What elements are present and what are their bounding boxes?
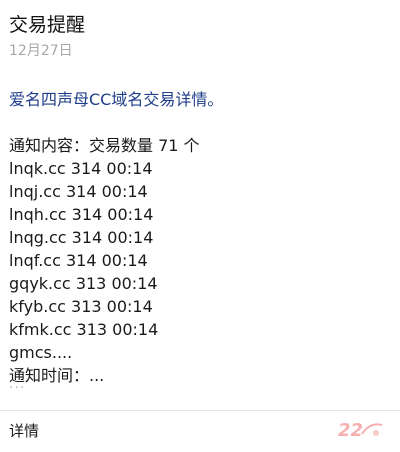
divider <box>0 410 400 411</box>
content-line: lnqj.cc 314 00:14 <box>9 182 148 201</box>
notification-content: 通知内容：交易数量 71 个 lnqk.cc 314 00:14 lnqj.cc… <box>9 134 200 387</box>
svg-text:22: 22 <box>338 420 363 441</box>
more-content-ellipsis: ... <box>9 376 26 392</box>
content-line: kfmk.cc 313 00:14 <box>9 320 159 339</box>
notification-intro: 爱名四声母CC域名交易详情。 <box>9 90 224 109</box>
notification-date: 12月27日 <box>9 43 73 59</box>
content-line: gqyk.cc 313 00:14 <box>9 274 158 293</box>
details-link[interactable]: 详情 <box>9 420 39 441</box>
notification-title: 交易提醒 <box>9 14 86 36</box>
content-line: lnqf.cc 314 00:14 <box>9 251 148 270</box>
content-line: 通知内容：交易数量 71 个 <box>9 136 200 155</box>
content-line: kfyb.cc 313 00:14 <box>9 297 153 316</box>
content-line: gmcs.... <box>9 343 73 362</box>
notification-card: 交易提醒 12月27日 爱名四声母CC域名交易详情。 通知内容：交易数量 71 … <box>0 0 400 452</box>
content-line: lnqg.cc 314 00:14 <box>9 228 154 247</box>
content-line: 通知时间：... <box>9 366 105 385</box>
content-line: lnqk.cc 314 00:14 <box>9 159 153 178</box>
content-line: lnqh.cc 314 00:14 <box>9 205 154 224</box>
logo-22-watermark-icon: 22 <box>336 416 386 442</box>
